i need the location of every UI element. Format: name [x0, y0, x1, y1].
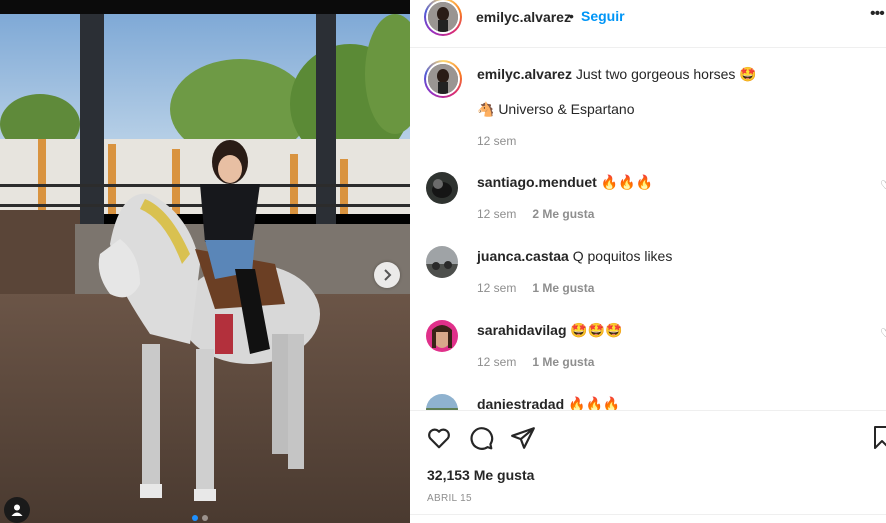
caption-body: Just two gorgeous horses 🤩: [575, 66, 757, 82]
carousel-indicator: [192, 515, 208, 521]
comment-meta: 12 sem 1 Me gusta: [477, 281, 594, 295]
comment-likes[interactable]: 1 Me gusta: [532, 281, 594, 295]
commenter-avatar[interactable]: [426, 394, 458, 410]
likes-count[interactable]: 32,153 Me gusta: [427, 467, 534, 483]
carousel-dot: [192, 515, 198, 521]
header-separator: •: [569, 8, 574, 24]
actions-divider: [410, 410, 886, 411]
chevron-right-icon: [384, 269, 392, 281]
post-media: [0, 0, 410, 523]
follow-button[interactable]: Seguir: [581, 8, 625, 24]
heart-icon[interactable]: [426, 425, 452, 451]
comment-like-icon[interactable]: ♡: [880, 178, 886, 192]
comment-text: santiago.menduet 🔥🔥🔥: [477, 173, 653, 192]
post-photo[interactable]: [0, 14, 410, 523]
comment-text: daniestradad 🔥🔥🔥: [477, 395, 620, 410]
comment-likes[interactable]: 2 Me gusta: [532, 207, 594, 221]
caption-avatar[interactable]: [424, 60, 462, 98]
comment-item: daniestradad 🔥🔥🔥: [410, 394, 886, 410]
caption-time[interactable]: 12 sem: [477, 134, 516, 148]
caption-username[interactable]: emilyc.alvarez: [477, 66, 572, 82]
post-details-panel: emilyc.alvarez • Seguir ••• emilyc.alvar…: [410, 0, 886, 523]
comment-item: sarahidavilag 🤩🤩🤩 12 sem 1 Me gusta ♡: [410, 320, 886, 380]
author-username[interactable]: emilyc.alvarez: [476, 9, 571, 25]
comment-username[interactable]: sarahidavilag: [477, 322, 567, 338]
more-options-icon[interactable]: •••: [870, 5, 885, 23]
comment-meta: 12 sem 1 Me gusta: [477, 355, 594, 369]
post-actions: [426, 425, 536, 451]
media-top-bar: [0, 0, 410, 14]
commenter-avatar[interactable]: [426, 246, 458, 278]
comment-time[interactable]: 12 sem: [477, 207, 516, 221]
comment-icon[interactable]: [468, 425, 494, 451]
comment-time[interactable]: 12 sem: [477, 355, 516, 369]
share-icon[interactable]: [510, 425, 536, 451]
comment-text: sarahidavilag 🤩🤩🤩: [477, 321, 623, 340]
caption-meta: 12 sem: [477, 134, 516, 148]
comment-username[interactable]: juanca.castaa: [477, 248, 569, 264]
caption: emilyc.alvarez Just two gorgeous horses …: [410, 60, 886, 150]
tagged-users-button[interactable]: [4, 497, 30, 523]
commenter-avatar[interactable]: [426, 172, 458, 204]
comment-body: 🔥🔥🔥: [600, 175, 653, 191]
carousel-dot: [202, 515, 208, 521]
instagram-post-view: emilyc.alvarez • Seguir ••• emilyc.alvar…: [0, 0, 886, 523]
caption-text: emilyc.alvarez Just two gorgeous horses …: [477, 65, 757, 83]
comment-meta: 12 sem 2 Me gusta: [477, 207, 594, 221]
comment-text: juanca.castaa Q poquitos likes: [477, 247, 672, 265]
comment-likes[interactable]: 1 Me gusta: [532, 355, 594, 369]
comments-list[interactable]: emilyc.alvarez Just two gorgeous horses …: [410, 48, 886, 410]
comment-body: 🔥🔥🔥: [568, 397, 621, 410]
comment-item: santiago.menduet 🔥🔥🔥 12 sem 2 Me gusta ♡: [410, 172, 886, 232]
footer-divider: [410, 514, 886, 515]
post-header: emilyc.alvarez • Seguir •••: [410, 0, 886, 48]
comment-like-icon[interactable]: ♡: [880, 326, 886, 340]
next-photo-button[interactable]: [374, 262, 400, 288]
post-date[interactable]: ABRIL 15: [427, 493, 472, 504]
caption-second-line: 🐴 Universo & Espartano: [477, 101, 635, 117]
author-avatar[interactable]: [424, 0, 462, 36]
comment-item: juanca.castaa Q poquitos likes 12 sem 1 …: [410, 246, 886, 306]
comment-body: Q poquitos likes: [572, 248, 673, 264]
comment-body: 🤩🤩🤩: [570, 323, 623, 339]
comment-username[interactable]: santiago.menduet: [477, 174, 597, 190]
comment-username[interactable]: daniestradad: [477, 396, 564, 410]
commenter-avatar[interactable]: [426, 320, 458, 352]
comment-time[interactable]: 12 sem: [477, 281, 516, 295]
user-tag-icon: [11, 504, 23, 516]
bookmark-icon[interactable]: [872, 425, 886, 451]
